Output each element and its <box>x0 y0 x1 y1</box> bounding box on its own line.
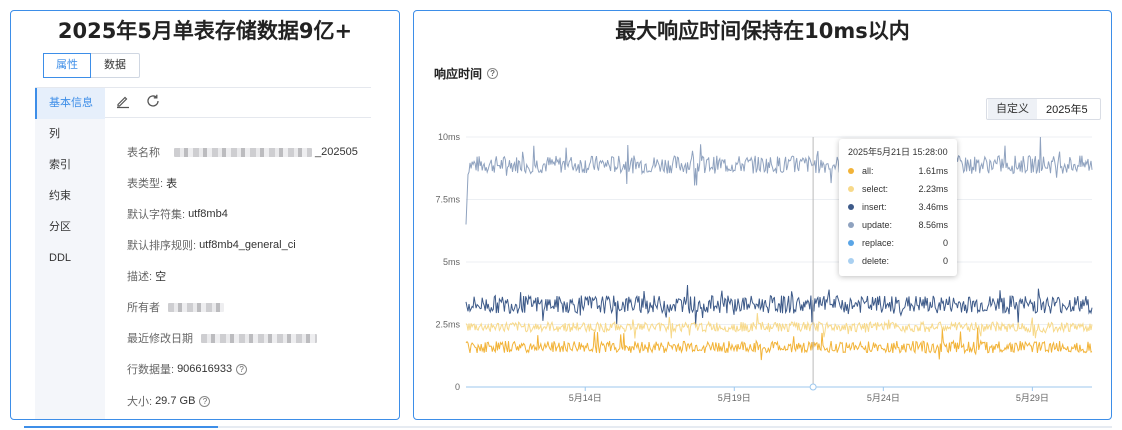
x-tick-label: 5月24日 <box>867 393 900 403</box>
info-toolbar <box>115 93 161 109</box>
y-tick-label: 0 <box>455 382 460 392</box>
prop-value: 表 <box>166 178 178 190</box>
subtitle-text: 响应时间 <box>434 67 483 81</box>
prop-size: 大小: 29.7 GB ? <box>127 393 211 409</box>
date-mode-tag[interactable]: 自定义 <box>988 99 1037 119</box>
x-tick-label: 5月29日 <box>1016 393 1049 403</box>
prop-label: 表名称 <box>127 147 160 159</box>
hover-marker <box>809 383 817 391</box>
prop-owner: 所有者 <box>127 299 224 315</box>
tooltip-series-name: all: <box>862 166 874 176</box>
chart-subtitle: 响应时间 ? <box>434 65 499 82</box>
series-dot-icon <box>848 186 854 192</box>
prop-last-modified: 最近修改日期 <box>127 330 317 346</box>
tooltip-series-name: update: <box>862 220 893 230</box>
tooltip-series-name: select: <box>862 184 889 194</box>
nav-item-constraints[interactable]: 约束 <box>35 181 105 212</box>
scrollbar-thumb[interactable] <box>24 426 218 428</box>
nav-item-basic-info[interactable]: 基本信息 <box>35 88 105 119</box>
property-nav: 基本信息 列 索引 约束 分区 DDL <box>35 88 105 419</box>
prop-value: 906616933 <box>177 363 233 375</box>
prop-label: 所有者 <box>127 302 160 314</box>
tooltip-series-name: replace: <box>862 238 895 248</box>
prop-label: 表类型: <box>127 178 164 190</box>
edit-icon[interactable] <box>115 93 131 109</box>
right-panel-title: 最大响应时间保持在10ms以内 <box>615 19 910 43</box>
tooltip-series-name: delete: <box>862 256 890 266</box>
prop-label: 大小: <box>127 396 153 408</box>
prop-label: 行数据量: <box>127 364 175 376</box>
help-icon[interactable]: ? <box>236 363 248 375</box>
redacted-value <box>201 333 317 343</box>
prop-value: utf8mb4_general_ci <box>199 239 296 251</box>
response-time-panel: 最大响应时间保持在10ms以内 响应时间 ? 自定义 2025年5 0 2.5ms… <box>413 10 1112 420</box>
prop-collation: 默认排序规则: utf8mb4_general_ci <box>127 237 296 253</box>
redacted-value <box>168 302 224 312</box>
date-range-value[interactable]: 2025年5 <box>1038 101 1100 117</box>
date-range-picker[interactable]: 自定义 2025年5 <box>986 98 1101 120</box>
tooltip-row: all: 1.61ms <box>848 162 948 180</box>
tooltip-row: insert: 3.46ms <box>848 198 948 216</box>
nav-item-indexes[interactable]: 索引 <box>35 150 105 181</box>
tooltip-row: delete: 0 <box>848 252 948 270</box>
series-line-insert <box>465 284 1093 325</box>
redacted-value <box>174 147 312 157</box>
x-tick-label: 5月19日 <box>718 393 751 403</box>
tooltip-row: replace: 0 <box>848 234 948 252</box>
nav-item-columns[interactable]: 列 <box>35 119 105 150</box>
prop-label: 描述: <box>127 271 153 283</box>
prop-row-count: 行数据量: 906616933 ? <box>127 361 248 377</box>
prop-charset: 默认字符集: utf8mb4 <box>127 206 228 222</box>
series-line-update <box>465 136 1093 225</box>
series-dot-icon <box>848 204 854 210</box>
series-line-select <box>465 313 1093 339</box>
nav-item-partitions[interactable]: 分区 <box>35 212 105 243</box>
left-panel-title: 2025年5月单表存储数据9亿+ <box>57 19 353 43</box>
series-dot-icon <box>848 240 854 246</box>
tooltip-series-value: 1.61ms <box>918 166 948 176</box>
y-tick-label: 10ms <box>438 132 461 142</box>
prop-value: utf8mb4 <box>188 208 228 220</box>
chart-tooltip: 2025年5月21日 15:28:00 all: 1.61ms select: … <box>839 139 957 276</box>
divider <box>105 117 371 118</box>
help-icon[interactable]: ? <box>199 395 211 407</box>
y-tick-label: 2.5ms <box>435 320 460 330</box>
prop-value: 29.7 GB <box>155 395 196 407</box>
tooltip-series-value: 0 <box>942 256 948 266</box>
response-time-chart[interactable]: 0 2.5ms 5ms 7.5ms 10ms 5月14日 5月19日 5月24日 5月29日 <box>414 121 1111 420</box>
table-info-panel: 2025年5月单表存储数据9亿+ 属性 数据 基本信息 列 索引 约束 分区 D… <box>10 10 400 420</box>
series-dot-icon <box>848 222 854 228</box>
series-line-all <box>465 327 1093 361</box>
series-dot-icon <box>848 258 854 264</box>
tooltip-series-value: 3.46ms <box>918 202 948 212</box>
series-dot-icon <box>848 168 854 174</box>
tab-properties[interactable]: 属性 <box>43 53 91 78</box>
nav-item-ddl[interactable]: DDL <box>35 243 105 274</box>
page-scrollbar[interactable] <box>24 426 1112 428</box>
prop-value: _202505 <box>315 146 358 158</box>
tooltip-title: 2025年5月21日 15:28:00 <box>848 147 948 157</box>
tooltip-series-value: 2.23ms <box>918 184 948 194</box>
prop-table-name: 表名称 _202505 <box>127 144 358 160</box>
tooltip-row: update: 8.56ms <box>848 216 948 234</box>
help-icon[interactable]: ? <box>487 68 499 79</box>
prop-label: 最近修改日期 <box>127 333 193 345</box>
prop-description: 描述: 空 <box>127 268 166 284</box>
tab-data[interactable]: 数据 <box>91 54 139 77</box>
y-tick-label: 5ms <box>443 257 461 267</box>
tooltip-series-name: insert: <box>862 202 887 212</box>
y-tick-label: 7.5ms <box>435 195 460 205</box>
prop-label: 默认字符集: <box>127 209 186 221</box>
prop-label: 默认排序规则: <box>127 240 197 252</box>
tooltip-series-value: 8.56ms <box>918 220 948 230</box>
prop-value: 空 <box>155 271 167 283</box>
view-tabs: 属性 数据 <box>43 53 140 78</box>
tooltip-series-value: 0 <box>942 238 948 248</box>
prop-table-type: 表类型: 表 <box>127 175 177 191</box>
refresh-icon[interactable] <box>145 93 161 109</box>
tooltip-row: select: 2.23ms <box>848 180 948 198</box>
x-tick-label: 5月14日 <box>569 393 602 403</box>
